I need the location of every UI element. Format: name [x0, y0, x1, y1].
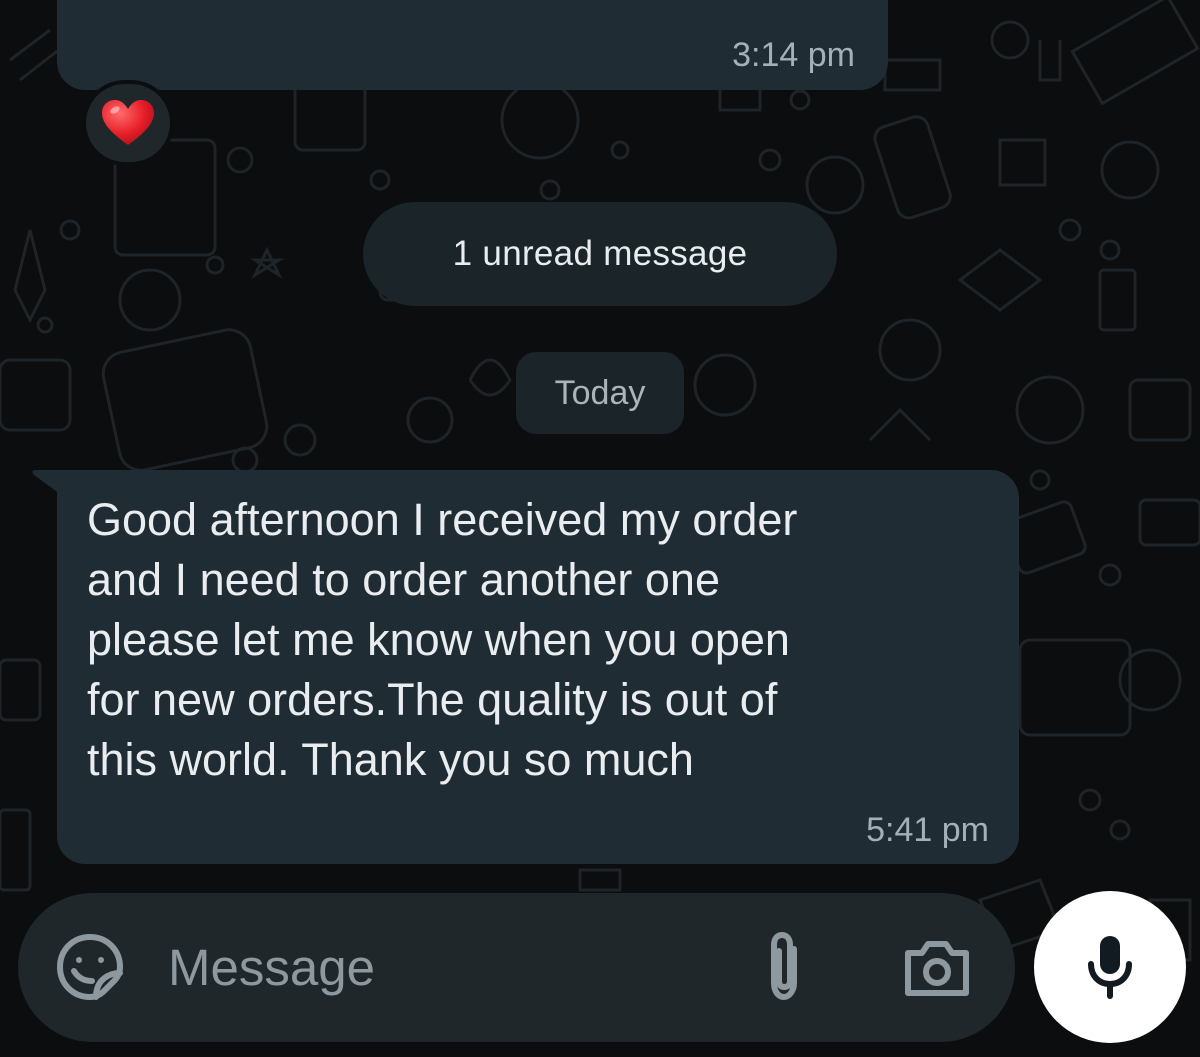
incoming-message-bubble[interactable]: Good afternoon I received my order and I…	[57, 470, 1019, 864]
paperclip-icon	[771, 931, 797, 1001]
message-reaction[interactable]	[82, 80, 174, 166]
bubble-tail	[32, 470, 60, 494]
date-divider: Today	[516, 352, 684, 434]
message-text: Good afternoon I received my order and I…	[87, 494, 798, 785]
message-composer: Message	[18, 893, 1015, 1042]
previous-message-bubble[interactable]: 3:14 pm	[57, 0, 888, 90]
message-timestamp: 3:14 pm	[732, 36, 855, 74]
voice-message-button[interactable]	[1034, 891, 1186, 1043]
camera-button[interactable]	[902, 933, 972, 1003]
camera-icon	[905, 941, 969, 996]
microphone-icon	[1088, 936, 1132, 999]
attach-button[interactable]	[756, 929, 812, 1005]
message-input[interactable]: Message	[168, 933, 375, 1003]
message-timestamp: 5:41 pm	[866, 811, 989, 849]
heart-icon	[102, 100, 154, 145]
unread-messages-divider: 1 unread message	[363, 202, 837, 306]
emoji-button[interactable]	[54, 931, 126, 1003]
sticker-emoji-icon	[57, 934, 123, 1000]
